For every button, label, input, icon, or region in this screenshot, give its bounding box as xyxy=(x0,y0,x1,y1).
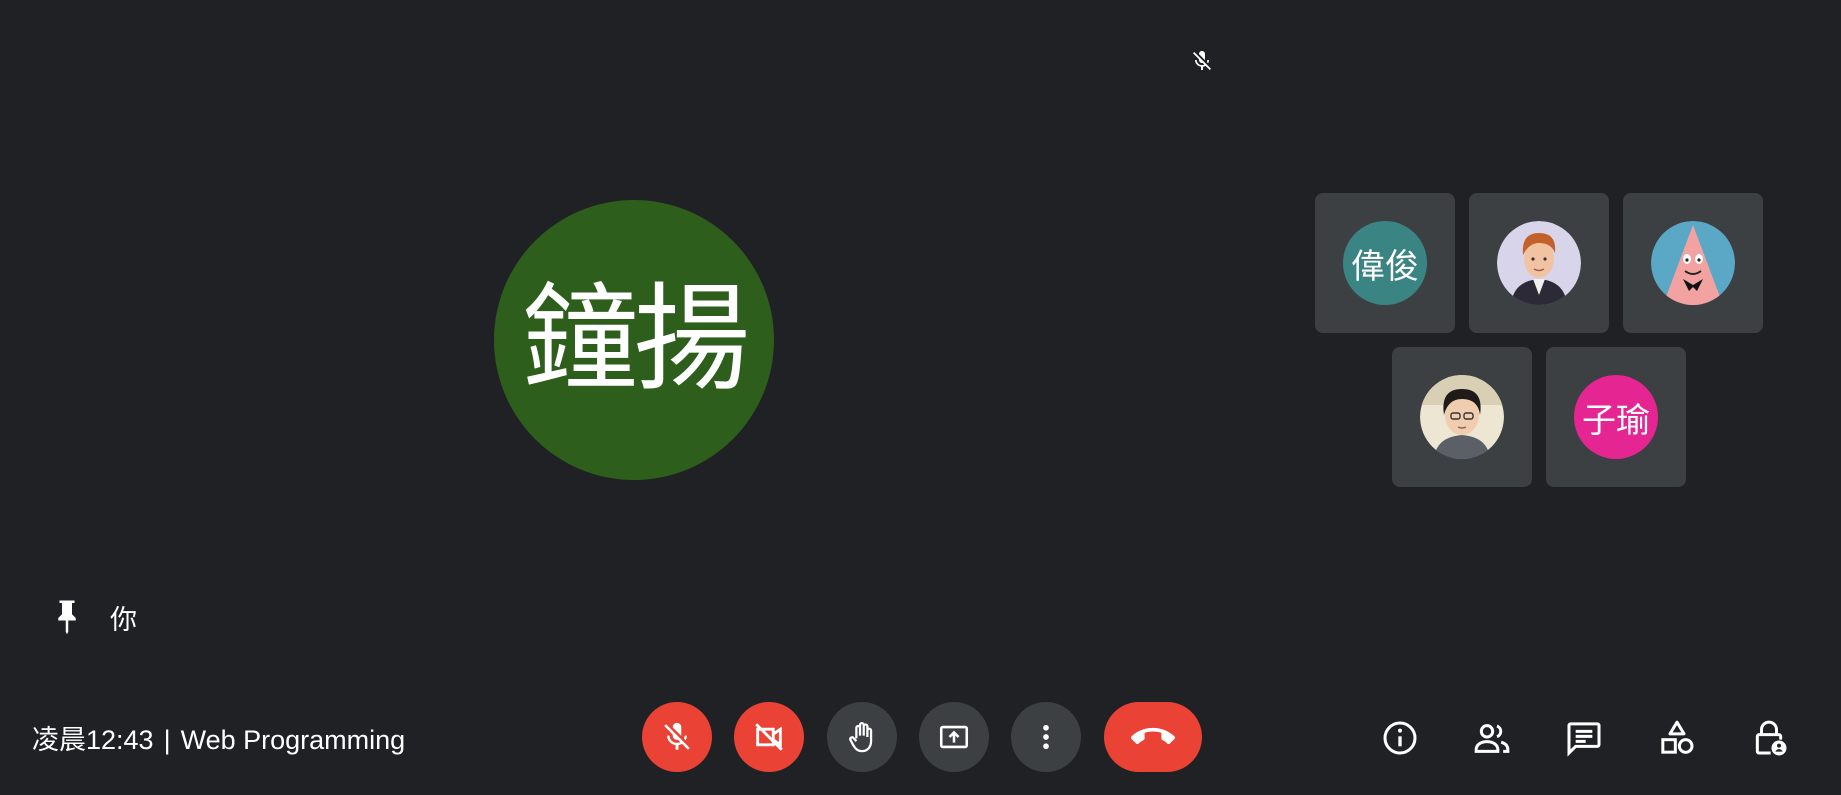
mic-toggle-button[interactable] xyxy=(642,702,712,772)
participant-tile-3[interactable] xyxy=(1623,193,1763,333)
present-screen-icon xyxy=(939,725,969,749)
participant-tile-weijun[interactable]: 偉俊 xyxy=(1315,193,1455,333)
more-options-button[interactable] xyxy=(1011,702,1081,772)
mic-off-indicator-icon xyxy=(1193,51,1211,70)
meeting-title: Web Programming xyxy=(180,725,406,755)
rick-avatar-photo xyxy=(1497,221,1581,305)
chat-button[interactable] xyxy=(1562,716,1606,760)
meeting-info: 凌晨12:43 | Web Programming xyxy=(32,718,405,757)
meeting-details-button[interactable] xyxy=(1378,716,1422,760)
people-icon xyxy=(1474,724,1510,753)
main-participant-avatar: 鐘揚 xyxy=(494,200,774,480)
meeting-info-separator: | xyxy=(163,725,171,755)
chat-icon xyxy=(1567,722,1601,757)
participant-tile-2[interactable] xyxy=(1469,193,1609,333)
mic-off-icon xyxy=(664,722,690,750)
self-name-label: 你 xyxy=(52,598,137,637)
lock-person-icon xyxy=(1755,720,1787,756)
boy-avatar-photo xyxy=(1420,375,1504,459)
meeting-time: 凌晨12:43 xyxy=(32,725,154,755)
info-icon xyxy=(1383,721,1417,755)
people-button[interactable] xyxy=(1470,716,1514,760)
main-participant-initials: 鐘揚 xyxy=(522,272,750,407)
more-vert-icon xyxy=(1043,724,1049,750)
hand-icon xyxy=(849,722,873,753)
participant-initials: 偉俊 xyxy=(1351,246,1419,287)
patrick-avatar-photo xyxy=(1651,221,1735,305)
raise-hand-button[interactable] xyxy=(827,702,897,772)
shapes-icon xyxy=(1661,720,1694,754)
self-label-text: 你 xyxy=(110,605,137,636)
participant-avatar-initials: 子瑜 xyxy=(1574,375,1658,459)
camera-toggle-button[interactable] xyxy=(734,702,804,772)
call-end-icon xyxy=(1131,727,1175,745)
videocam-off-icon xyxy=(755,723,783,751)
participant-tile-4[interactable] xyxy=(1392,347,1532,487)
pin-icon[interactable] xyxy=(52,599,82,637)
present-button[interactable] xyxy=(919,702,989,772)
host-controls-button[interactable] xyxy=(1747,716,1791,760)
participant-tile-ziyu[interactable]: 子瑜 xyxy=(1546,347,1686,487)
activities-button[interactable] xyxy=(1655,716,1699,760)
meeting-stage: 鐘揚 偉俊 子瑜 你 凌晨12:43 | Web Programming xyxy=(0,0,1841,795)
participant-initials: 子瑜 xyxy=(1582,400,1650,441)
leave-call-button[interactable] xyxy=(1104,702,1202,772)
participant-avatar-initials: 偉俊 xyxy=(1343,221,1427,305)
